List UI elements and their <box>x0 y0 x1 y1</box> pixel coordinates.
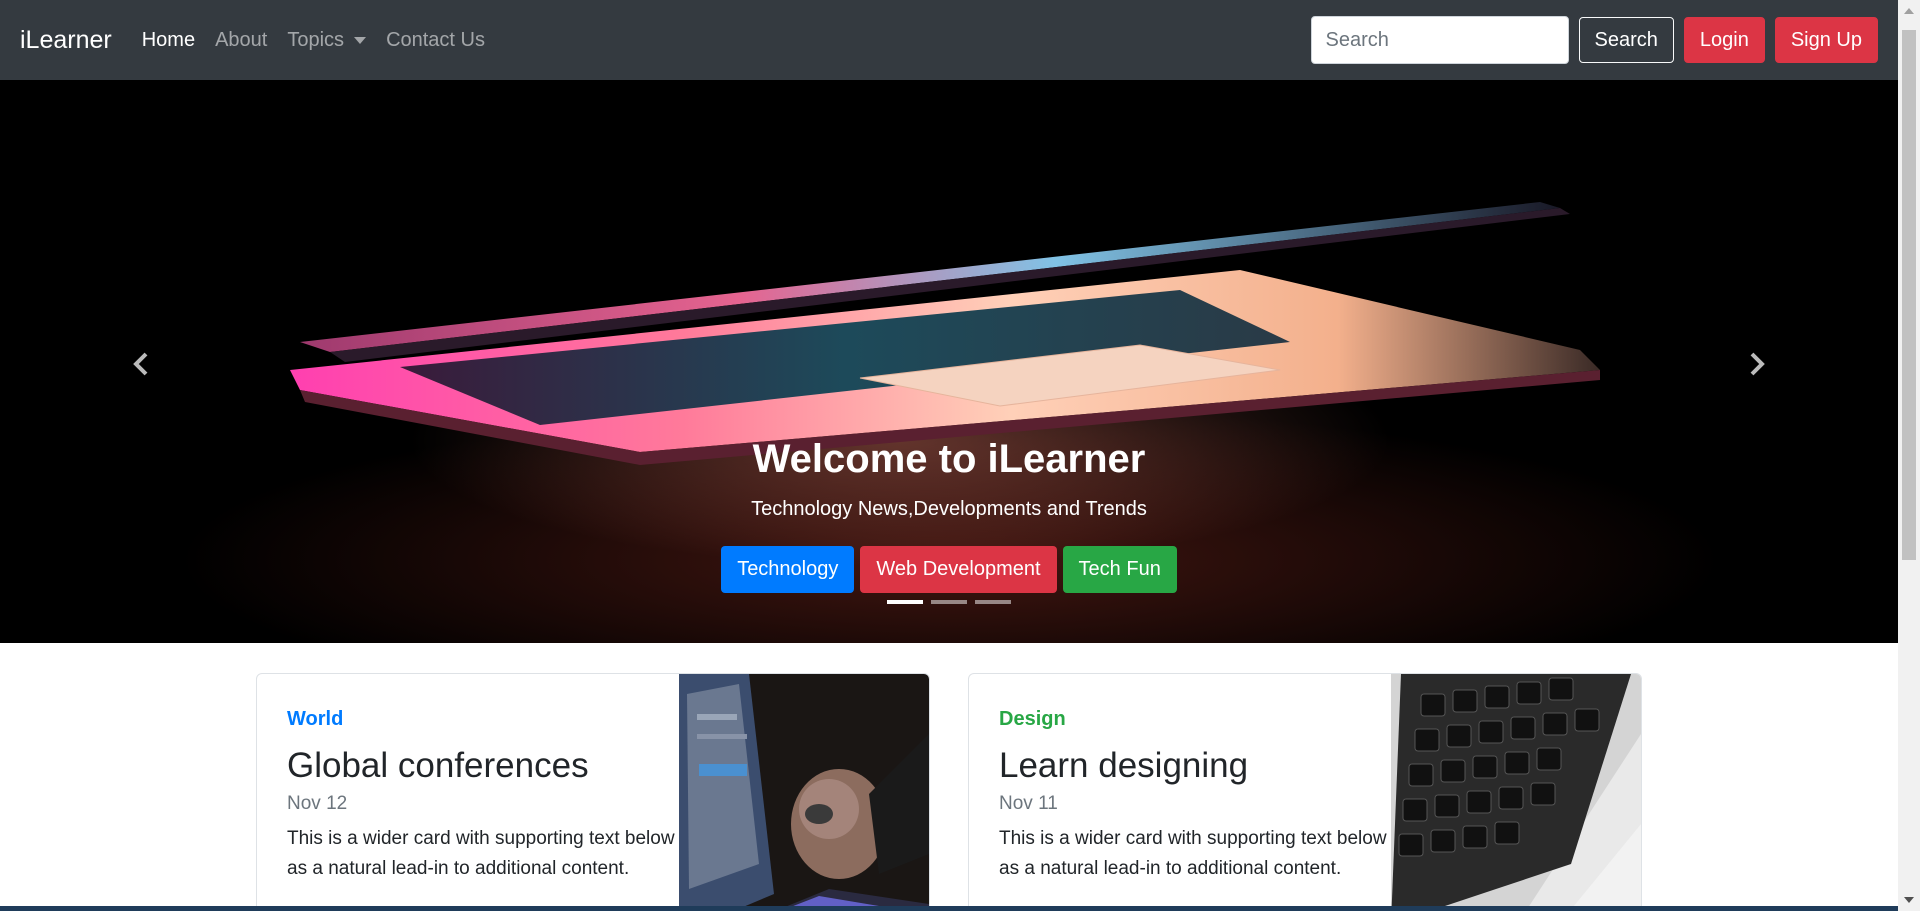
scroll-up-icon[interactable] <box>1904 8 1914 14</box>
technology-button[interactable]: Technology <box>721 546 855 593</box>
hero-buttons: Technology Web Development Tech Fun <box>0 546 1898 593</box>
nav-link-contact[interactable]: Contact Us <box>386 29 485 52</box>
card-category: Design <box>999 708 1066 730</box>
hero-subtitle: Technology News,Developments and Trends <box>751 498 1147 520</box>
carousel-indicator-3[interactable] <box>975 600 1011 604</box>
carousel-indicator-1[interactable] <box>887 600 923 604</box>
signup-button[interactable]: Sign Up <box>1774 17 1878 63</box>
bottom-edge-bar <box>0 906 1920 911</box>
carousel-indicator-2[interactable] <box>931 600 967 604</box>
card-text: This is a wider card with supporting tex… <box>287 828 675 879</box>
chevron-right-icon <box>1750 352 1765 376</box>
hero-carousel: Welcome to iLearner Technology News,Deve… <box>0 80 1898 643</box>
nav-dropdown-topics[interactable]: Topics <box>287 28 367 52</box>
card-title: Global conferences <box>287 746 589 785</box>
login-button[interactable]: Login <box>1683 17 1765 63</box>
hero-title: Welcome to iLearner <box>752 437 1146 481</box>
search-input[interactable] <box>1310 16 1569 64</box>
article-card-design: Design Learn designing Nov 11 This is a … <box>968 673 1642 911</box>
page-scrollbar[interactable] <box>1898 0 1920 911</box>
search-button[interactable]: Search <box>1578 17 1674 63</box>
card-date: Nov 11 <box>999 793 1058 814</box>
navbar: iLearner Home About Topics Contact Us Se… <box>0 0 1898 80</box>
chevron-left-icon <box>133 352 148 376</box>
nav-actions: Search Login Sign Up <box>1310 16 1878 64</box>
card-image-keyboard <box>1391 674 1641 911</box>
nav-link-about[interactable]: About <box>215 29 267 52</box>
carousel-indicators <box>0 600 1898 604</box>
nav-link-home[interactable]: Home <box>142 29 195 52</box>
caret-down-icon <box>354 36 367 44</box>
card-date: Nov 12 <box>287 793 348 814</box>
tech-fun-button[interactable]: Tech Fun <box>1062 546 1177 593</box>
carousel-next-button[interactable] <box>1736 344 1776 384</box>
card-image-laptop-typing <box>679 674 929 911</box>
card-text: This is a wider card with supporting tex… <box>999 828 1387 879</box>
article-card-world: World Global conferences Nov 12 This is … <box>256 673 930 911</box>
nav-dropdown-topics-label: Topics <box>287 28 345 51</box>
web-development-button[interactable]: Web Development <box>860 546 1057 593</box>
scrollbar-thumb[interactable] <box>1902 30 1916 560</box>
card-title: Learn designing <box>999 746 1249 785</box>
scroll-down-icon[interactable] <box>1904 897 1914 903</box>
brand-logo[interactable]: iLearner <box>20 26 112 55</box>
carousel-prev-button[interactable] <box>122 344 162 384</box>
card-category: World <box>287 708 344 730</box>
